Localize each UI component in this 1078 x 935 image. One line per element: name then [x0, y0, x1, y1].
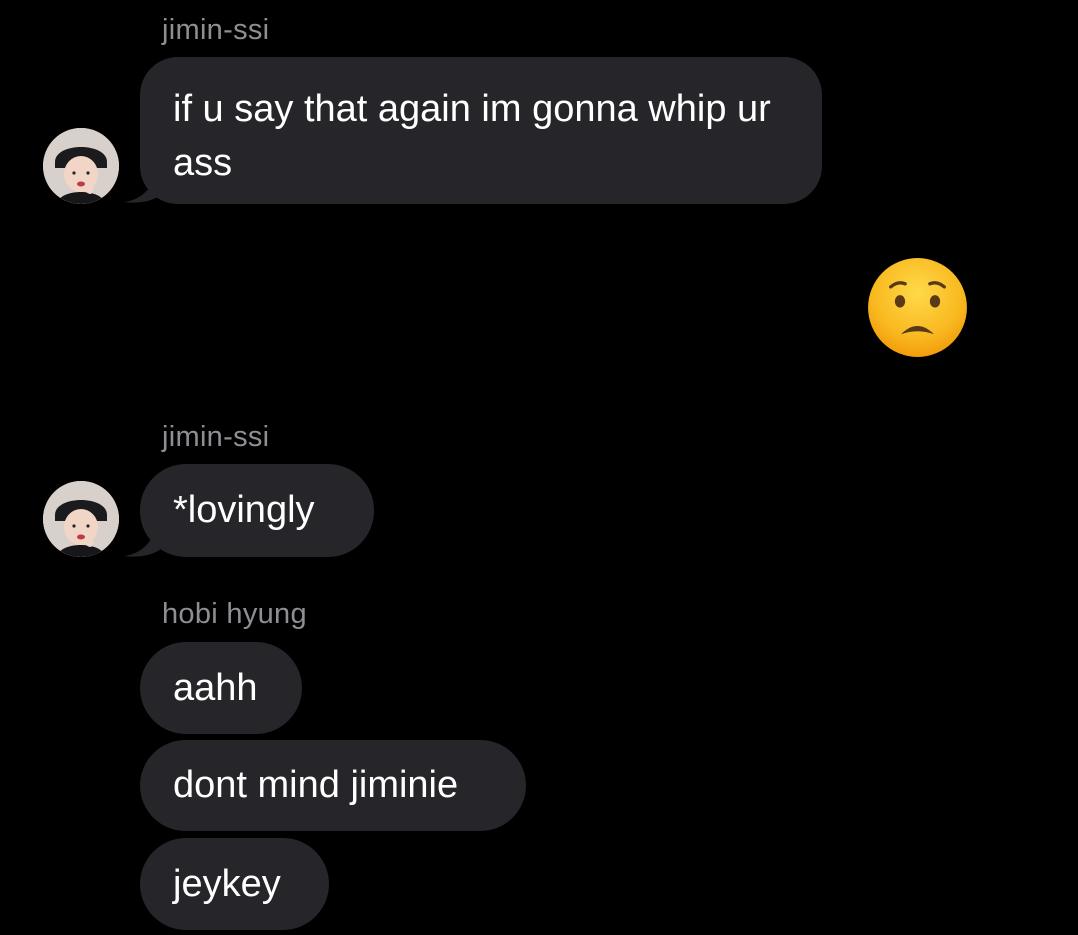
message-text: aahh [173, 667, 258, 709]
sender-name: jimin-ssi [162, 421, 270, 453]
message-text: *lovingly [173, 489, 315, 531]
message-bubble[interactable]: *lovingly [140, 464, 374, 557]
avatar-image [43, 481, 119, 557]
worried-face-emoji [868, 258, 967, 357]
message-bubble[interactable]: aahh [140, 642, 302, 734]
message-text: jeykey [173, 863, 281, 905]
avatar-image [43, 128, 119, 204]
message-bubble[interactable]: if u say that again im gonna whip ur ass [140, 57, 822, 204]
message-text: dont mind jiminie [173, 764, 459, 806]
sender-name: jimin-ssi [162, 14, 270, 46]
message-bubble[interactable]: jeykey [140, 838, 329, 930]
message-bubble[interactable]: dont mind jiminie [140, 740, 526, 831]
sender-name: hobi hyung [162, 598, 307, 630]
avatar[interactable] [43, 481, 119, 557]
message-text: if u say that again im gonna whip ur ass [173, 88, 771, 184]
avatar[interactable] [43, 128, 119, 204]
